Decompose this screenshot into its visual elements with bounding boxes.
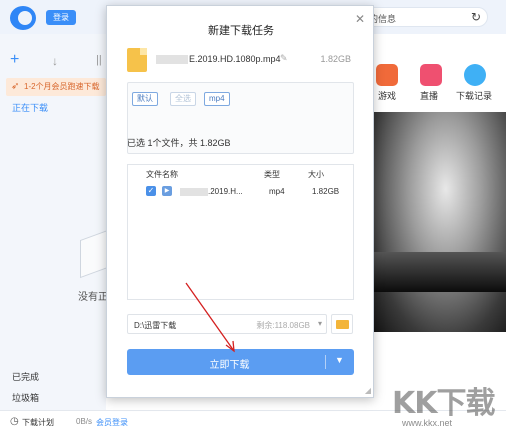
chevron-down-icon[interactable]: ▾ (318, 319, 322, 328)
tile-label-live[interactable]: 直播 (420, 89, 438, 102)
live-tv-icon[interactable] (420, 64, 442, 86)
promo-banner[interactable]: ➶ 1-2个月会员跑速下载 (6, 78, 106, 96)
clock-icon: ◷ (10, 416, 19, 427)
download-plan-link[interactable]: 下载计划 (22, 417, 54, 428)
tag-select-all[interactable]: 全选 (170, 92, 196, 106)
folder-icon (336, 320, 349, 329)
resize-grip-icon[interactable]: ◢ (365, 386, 371, 395)
vip-login-link[interactable]: 会员登录 (96, 417, 128, 428)
file-name[interactable]: E.2019.HD.1080p.mp4 (155, 54, 281, 65)
column-header-name[interactable]: 文件名称 (146, 169, 178, 180)
pause-icon[interactable]: || (96, 54, 102, 66)
chevron-down-icon[interactable]: ▼ (335, 355, 344, 365)
gamepad-icon[interactable] (376, 64, 398, 86)
login-button[interactable]: 登录 (46, 10, 76, 25)
button-divider (325, 355, 326, 369)
sidebar-item-completed[interactable]: 已完成 (12, 370, 39, 383)
logo-icon (10, 6, 36, 30)
row-file-name: .2019.H... (180, 187, 243, 196)
file-size: 1.82GB (320, 54, 351, 64)
column-header-size[interactable]: 大小 (308, 169, 324, 180)
dialog-title: 新建下载任务 (208, 25, 274, 37)
close-icon[interactable]: ✕ (355, 12, 365, 26)
right-panel: 游戏 直播 下载记录 (372, 34, 506, 410)
tile-label-records[interactable]: 下载记录 (456, 89, 492, 102)
sidebar-item-downloading[interactable]: 正在下载 (12, 101, 48, 114)
file-icon (127, 48, 147, 72)
watermark-logo: KK下载 (392, 386, 495, 421)
speed-readout: 0B/s (76, 417, 93, 426)
blurred-region (180, 187, 208, 196)
edit-icon[interactable]: ✎ (280, 53, 288, 64)
column-header-type[interactable]: 类型 (264, 169, 280, 180)
download-now-button[interactable]: 立即下载 ▼ (127, 349, 354, 375)
left-sidebar: + ↓ || ➶ 1-2个月会员跑速下载 正在下载 已完成 垃圾箱 (0, 34, 106, 436)
refresh-icon[interactable]: ↻ (471, 10, 481, 24)
empty-state-text: 没有正 (78, 292, 108, 303)
tag-mp4[interactable]: mp4 (204, 92, 230, 106)
cloud-icon[interactable] (464, 64, 486, 86)
save-path-value: D:\迅雷下载 (134, 321, 177, 330)
checkbox-icon[interactable]: ✓ (146, 186, 156, 196)
tile-label-game[interactable]: 游戏 (378, 89, 396, 102)
row-file-size: 1.82GB (312, 187, 340, 196)
free-space: 剩余:118.08GB (256, 321, 310, 330)
row-file-type: mp4 (269, 187, 285, 196)
file-table: 文件名称 类型 大小 ✓ ▶ .2019.H... mp4 1.82GB (127, 164, 354, 300)
sidebar-item-trash[interactable]: 垃圾箱 (12, 391, 39, 404)
tag-default[interactable]: 默认 (132, 92, 158, 106)
promo-text: 1-2个月会员跑速下载 (24, 82, 100, 91)
file-name-suffix: E.2019.HD.1080p.mp4 (189, 54, 281, 64)
search-input[interactable]: 的信息 ↻ (360, 7, 488, 27)
add-task-icon[interactable]: + (10, 52, 19, 68)
watermark-url: www.kkx.net (402, 418, 453, 428)
new-download-dialog: 新建下载任务 ✕ E.2019.HD.1080p.mp4 ✎ 1.82GB 默认… (106, 5, 374, 398)
row-name-suffix: .2019.H... (208, 187, 243, 196)
rocket-icon: ➶ (11, 81, 20, 92)
save-path-select[interactable]: D:\迅雷下载 剩余:118.08GB ▾ (127, 314, 327, 334)
selected-summary: 已选 1个文件，共 1.82GB (127, 138, 231, 148)
video-play-icon: ▶ (162, 186, 172, 196)
download-now-label: 立即下载 (209, 360, 250, 371)
browse-folder-button[interactable] (331, 314, 353, 334)
blurred-region (156, 55, 188, 65)
start-download-icon[interactable]: ↓ (52, 54, 58, 68)
banner-image[interactable] (372, 112, 506, 332)
